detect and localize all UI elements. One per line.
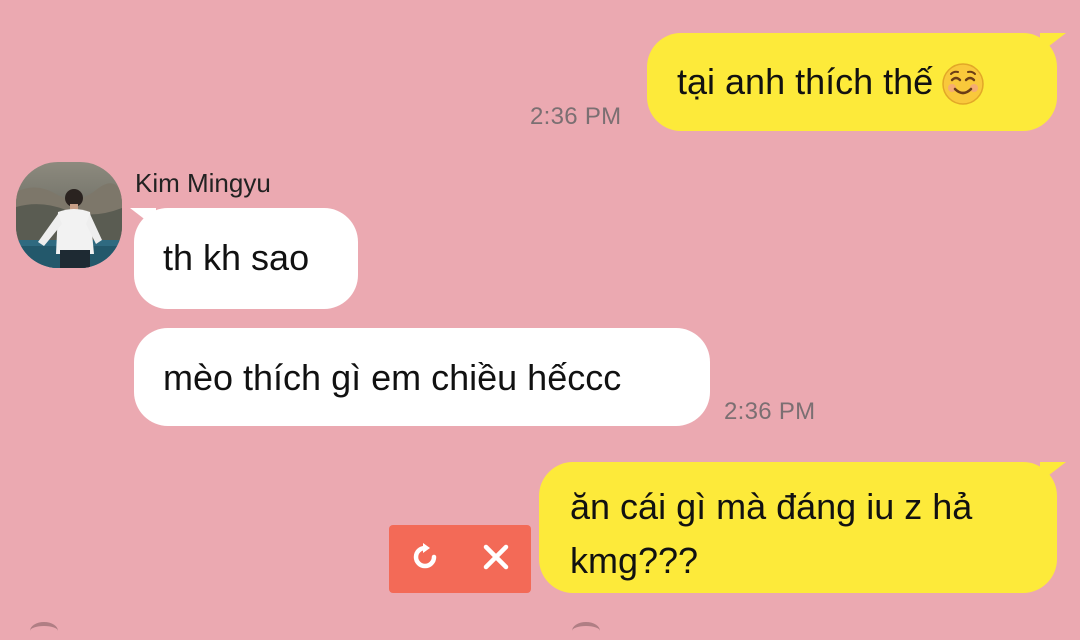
bubble-tail xyxy=(1040,462,1066,482)
message-text: tại anh thích thế xyxy=(677,61,934,102)
retry-button[interactable] xyxy=(389,525,460,593)
sender-name: Kim Mingyu xyxy=(135,168,271,198)
incoming-message-bubble[interactable]: th kh sao xyxy=(134,208,358,309)
close-icon xyxy=(481,542,511,577)
outgoing-message-bubble[interactable]: tại anh thích thế xyxy=(647,33,1057,131)
next-message-edge xyxy=(572,622,600,640)
message-text-line: ăn cái gì mà đáng iu z hả xyxy=(570,486,973,527)
message-text: mèo thích gì em chiều hếccc xyxy=(163,357,622,398)
bubble-tail xyxy=(1040,33,1066,53)
chat-thread: tại anh thích thế 2:36 PM Kim Mingyu th … xyxy=(0,0,1080,627)
message-text-line: kmg??? xyxy=(570,540,699,581)
next-message-edge xyxy=(30,622,58,640)
cancel-button[interactable] xyxy=(460,525,531,593)
smiling-face-icon xyxy=(941,62,985,106)
message-timestamp: 2:36 PM xyxy=(530,103,622,130)
avatar[interactable] xyxy=(16,162,122,268)
incoming-message-bubble[interactable]: mèo thích gì em chiều hếccc xyxy=(134,328,710,426)
retry-icon xyxy=(408,540,442,579)
message-text: th kh sao xyxy=(163,237,310,278)
message-timestamp: 2:36 PM xyxy=(724,398,816,425)
outgoing-message-bubble[interactable]: ăn cái gì mà đáng iu z hả kmg??? xyxy=(539,462,1057,593)
failed-message-actions xyxy=(389,525,531,593)
